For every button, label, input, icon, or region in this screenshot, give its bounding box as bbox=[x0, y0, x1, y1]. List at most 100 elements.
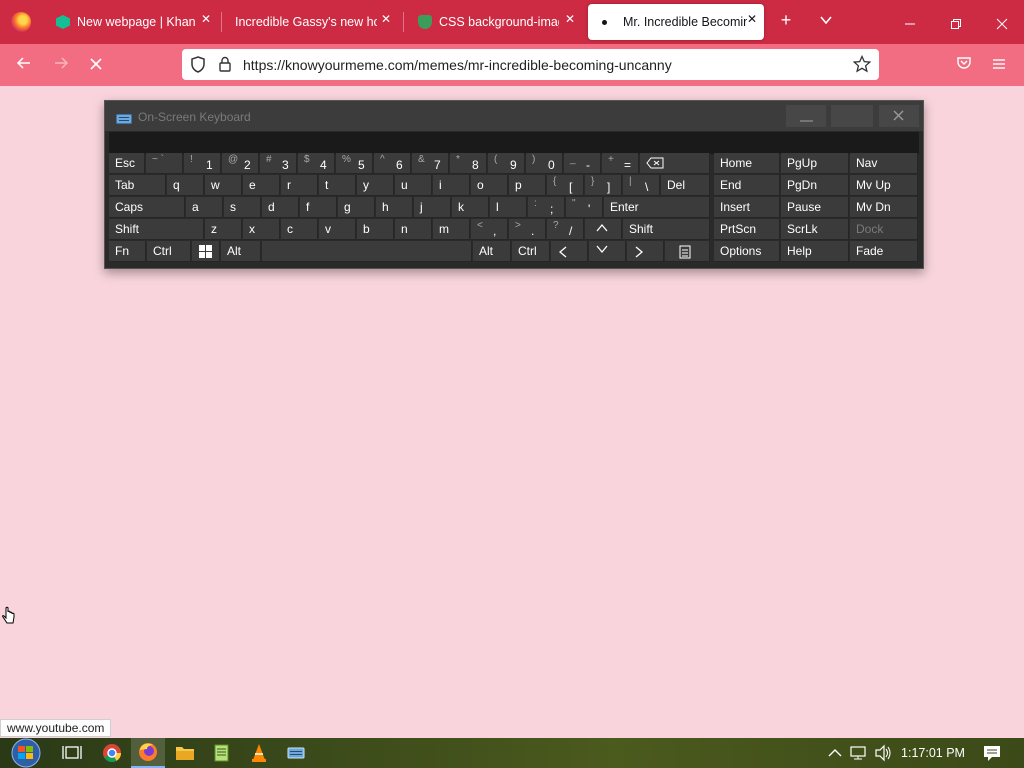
key-h[interactable]: h bbox=[376, 197, 413, 218]
stop-loading-button[interactable] bbox=[83, 52, 109, 78]
key-home[interactable]: Home bbox=[714, 153, 780, 174]
restore-button[interactable] bbox=[944, 14, 968, 35]
key-row0-12[interactable]: + = bbox=[602, 153, 639, 174]
key-f[interactable]: f bbox=[300, 197, 337, 218]
key-arrow-right[interactable] bbox=[627, 241, 664, 262]
forward-button[interactable] bbox=[48, 52, 74, 78]
key-row1-right-2[interactable]: | \ bbox=[623, 175, 660, 196]
key-b[interactable]: b bbox=[357, 219, 394, 240]
key-n[interactable]: n bbox=[395, 219, 432, 240]
back-button[interactable] bbox=[11, 52, 37, 78]
clock[interactable]: 1:17:01 PM bbox=[898, 738, 968, 768]
key-q[interactable]: q bbox=[167, 175, 204, 196]
volume-tray-icon[interactable] bbox=[873, 738, 893, 768]
key-shift-right[interactable]: Shift bbox=[623, 219, 710, 240]
key-dock[interactable]: Dock bbox=[850, 219, 918, 240]
key-enter[interactable]: Enter bbox=[604, 197, 710, 218]
taskbar-chrome[interactable] bbox=[96, 738, 128, 768]
key-row0-4[interactable]: $4 bbox=[298, 153, 335, 174]
close-tab-icon[interactable]: ✕ bbox=[378, 12, 394, 26]
lock-icon[interactable] bbox=[218, 56, 232, 77]
key-c[interactable]: c bbox=[281, 219, 318, 240]
key-row0-3[interactable]: #3 bbox=[260, 153, 297, 174]
key-prtscn[interactable]: PrtScn bbox=[714, 219, 780, 240]
firefox-menu-icon[interactable] bbox=[11, 12, 31, 32]
key-insert[interactable]: Insert bbox=[714, 197, 780, 218]
key-v[interactable]: v bbox=[319, 219, 356, 240]
key-ctrl-right[interactable]: Ctrl bbox=[512, 241, 550, 262]
key-end[interactable]: End bbox=[714, 175, 780, 196]
key-t[interactable]: t bbox=[319, 175, 356, 196]
key-windows[interactable] bbox=[192, 241, 220, 262]
key-a[interactable]: a bbox=[186, 197, 223, 218]
key-row2-right-0[interactable]: :; bbox=[528, 197, 565, 218]
key-scrlk[interactable]: ScrLk bbox=[781, 219, 849, 240]
key-d[interactable]: d bbox=[262, 197, 299, 218]
taskbar-file-explorer[interactable] bbox=[170, 738, 200, 768]
action-center-button[interactable] bbox=[980, 738, 1004, 768]
key-row3-right-2[interactable]: ? / bbox=[547, 219, 584, 240]
key-ctrl-left[interactable]: Ctrl bbox=[147, 241, 191, 262]
key-y[interactable]: y bbox=[357, 175, 394, 196]
tab-khan-academy[interactable]: New webpage | Khan A ✕ bbox=[48, 4, 218, 40]
key-menu[interactable] bbox=[665, 241, 710, 262]
key-space[interactable] bbox=[262, 241, 472, 262]
close-tab-icon[interactable]: ✕ bbox=[744, 12, 760, 26]
key-row0-5[interactable]: % 5 bbox=[336, 153, 373, 174]
key-i[interactable]: i bbox=[433, 175, 470, 196]
close-tab-icon[interactable]: ✕ bbox=[198, 12, 214, 26]
key-alt-left[interactable]: Alt bbox=[221, 241, 261, 262]
key-shift-left[interactable]: Shift bbox=[109, 219, 204, 240]
key-options[interactable]: Options bbox=[714, 241, 780, 262]
network-tray-icon[interactable] bbox=[849, 738, 869, 768]
key-row3-right-0[interactable]: <, bbox=[471, 219, 508, 240]
show-hidden-icons-button[interactable] bbox=[826, 738, 844, 768]
key-fn[interactable]: Fn bbox=[109, 241, 146, 262]
minimize-button[interactable] bbox=[898, 14, 922, 35]
key-help[interactable]: Help bbox=[781, 241, 849, 262]
key-k[interactable]: k bbox=[452, 197, 489, 218]
key-j[interactable]: j bbox=[414, 197, 451, 218]
key-caps[interactable]: Caps bbox=[109, 197, 185, 218]
key-row2-right-1[interactable]: " ' bbox=[566, 197, 603, 218]
key-row0-7[interactable]: & 7 bbox=[412, 153, 449, 174]
key-row0-11[interactable]: _ - bbox=[564, 153, 601, 174]
taskbar-vlc[interactable] bbox=[244, 738, 274, 768]
key-arrow-up[interactable] bbox=[585, 219, 622, 240]
tab-mr-incredible[interactable]: Mr. Incredible Becomin ✕ bbox=[588, 4, 764, 40]
key-o[interactable]: o bbox=[471, 175, 508, 196]
key-m[interactable]: m bbox=[433, 219, 470, 240]
bookmark-star-icon[interactable] bbox=[852, 54, 872, 78]
key-mvdn[interactable]: Mv Dn bbox=[850, 197, 918, 218]
key-row0-9[interactable]: (9 bbox=[488, 153, 525, 174]
address-bar[interactable]: https://knowyourmeme.com/memes/mr-incred… bbox=[182, 49, 879, 80]
start-button[interactable] bbox=[4, 738, 48, 768]
task-view-button[interactable] bbox=[58, 738, 86, 768]
osk-close-button[interactable] bbox=[879, 105, 919, 127]
app-menu-button[interactable] bbox=[986, 52, 1012, 78]
key-s[interactable]: s bbox=[224, 197, 261, 218]
key-g[interactable]: g bbox=[338, 197, 375, 218]
key-backspace[interactable] bbox=[640, 153, 710, 174]
key-l[interactable]: l bbox=[490, 197, 527, 218]
key-esc[interactable]: Esc bbox=[109, 153, 145, 174]
taskbar-notepad[interactable] bbox=[207, 738, 237, 768]
key-x[interactable]: x bbox=[243, 219, 280, 240]
key-del[interactable]: Del bbox=[661, 175, 710, 196]
key-mvup[interactable]: Mv Up bbox=[850, 175, 918, 196]
taskbar-firefox[interactable] bbox=[131, 738, 165, 768]
shield-icon[interactable] bbox=[190, 56, 206, 78]
key-tab[interactable]: Tab bbox=[109, 175, 166, 196]
key-row0-10[interactable]: ) 0 bbox=[526, 153, 563, 174]
key-row3-right-1[interactable]: >. bbox=[509, 219, 546, 240]
key-row0-0[interactable]: ~ ` bbox=[146, 153, 183, 174]
key-fade[interactable]: Fade bbox=[850, 241, 918, 262]
taskbar-on-screen-keyboard[interactable] bbox=[281, 738, 311, 768]
key-w[interactable]: w bbox=[205, 175, 242, 196]
osk-title-bar[interactable]: On-Screen Keyboard bbox=[105, 101, 923, 131]
osk-minimize-button[interactable] bbox=[786, 105, 826, 127]
tab-incredible-gassy[interactable]: Incredible Gassy's new hom ✕ bbox=[226, 4, 398, 40]
key-r[interactable]: r bbox=[281, 175, 318, 196]
osk-maximize-button[interactable] bbox=[831, 105, 873, 127]
key-arrow-left[interactable] bbox=[551, 241, 588, 262]
